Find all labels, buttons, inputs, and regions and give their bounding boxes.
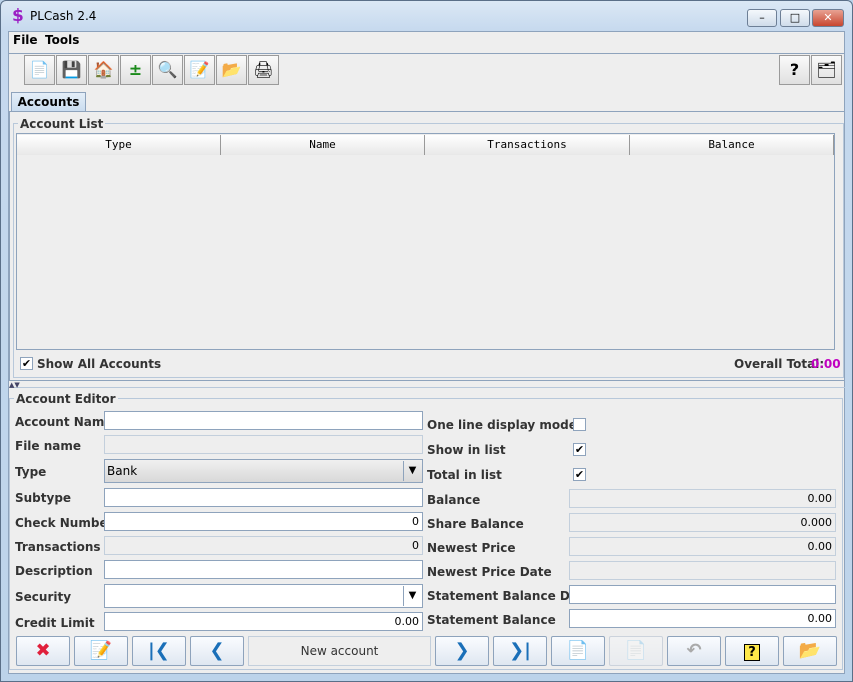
exit-button[interactable]: 📂 — [783, 636, 837, 666]
last-button[interactable]: ❯| — [493, 636, 547, 666]
file-name-label: File name — [15, 439, 82, 453]
menu-file[interactable]: File — [13, 33, 38, 47]
total-in-list-checkbox[interactable]: ✔ — [573, 468, 586, 481]
menu-tools[interactable]: Tools — [45, 33, 79, 47]
plus-minus-icon[interactable]: ± — [120, 55, 151, 85]
check-number-label: Check Number — [15, 516, 114, 530]
credit-limit-label: Credit Limit — [15, 616, 95, 630]
import-button[interactable]: 📄 — [609, 636, 663, 666]
chevron-down-icon[interactable]: ▼ — [403, 586, 421, 606]
maximize-button[interactable]: □ — [780, 9, 810, 27]
account-name-label: Account Name — [15, 415, 113, 429]
open-icon[interactable]: 📂 — [216, 55, 247, 85]
subtype-input[interactable] — [104, 488, 423, 507]
chevron-down-icon[interactable]: ▼ — [403, 461, 421, 481]
newest-price-date-value — [569, 561, 836, 580]
description-input[interactable] — [104, 560, 423, 579]
home-icon[interactable]: 🏠 — [88, 55, 119, 85]
new-icon[interactable]: 📄 — [24, 55, 55, 85]
column-transactions[interactable]: Transactions — [425, 135, 630, 155]
column-balance[interactable]: Balance — [630, 135, 834, 155]
print-icon[interactable]: 🖨 — [248, 55, 279, 85]
newest-price-value: 0.00 — [569, 537, 836, 556]
balance-label: Balance — [427, 493, 481, 507]
tab-accounts[interactable]: Accounts — [11, 92, 86, 112]
balance-value: 0.00 — [569, 489, 836, 508]
security-select[interactable] — [104, 584, 423, 608]
share-balance-label: Share Balance — [427, 517, 524, 531]
show-all-checkbox[interactable]: ✔ — [20, 357, 33, 370]
edit-button[interactable]: 📝 — [74, 636, 128, 666]
check-number-input[interactable]: 0 — [104, 512, 423, 531]
delete-button[interactable]: ✖ — [16, 636, 70, 666]
next-button[interactable]: ❯ — [435, 636, 489, 666]
dollar-icon: $ — [12, 6, 24, 26]
window-title: PLCash 2.4 — [30, 9, 97, 23]
one-line-label: One line display mode — [427, 418, 577, 432]
statement-balance-date-label: Statement Balance Date — [427, 589, 592, 603]
column-name[interactable]: Name — [221, 135, 425, 155]
show-in-list-checkbox[interactable]: ✔ — [573, 443, 586, 456]
statement-balance-input[interactable]: 0.00 — [569, 609, 836, 628]
help-icon[interactable]: ? — [779, 55, 810, 85]
save-icon[interactable]: 💾 — [56, 55, 87, 85]
edit-icon[interactable]: 📝 — [184, 55, 215, 85]
description-label: Description — [15, 564, 93, 578]
search-icon[interactable]: 🔍 — [152, 55, 183, 85]
share-balance-value: 0.000 — [569, 513, 836, 532]
newest-price-label: Newest Price — [427, 541, 516, 555]
account-editor-title: Account Editor — [14, 392, 118, 406]
total-in-list-label: Total in list — [427, 468, 502, 482]
type-select[interactable]: Bank — [104, 459, 423, 483]
account-table[interactable] — [16, 133, 835, 350]
minimize-button[interactable]: – — [747, 9, 777, 27]
column-type[interactable]: Type — [17, 135, 221, 155]
account-list-title: Account List — [18, 117, 106, 131]
account-name-input[interactable] — [104, 411, 423, 430]
type-value: Bank — [107, 464, 138, 478]
security-label: Security — [15, 590, 72, 604]
subtype-label: Subtype — [15, 491, 72, 505]
show-all-label: Show All Accounts — [37, 357, 162, 371]
statement-balance-date-input[interactable] — [569, 585, 836, 604]
status-text: New account — [248, 636, 431, 666]
type-label: Type — [15, 465, 47, 479]
help-button[interactable]: ? — [725, 636, 779, 666]
transactions-value: 0 — [104, 536, 423, 555]
show-in-list-label: Show in list — [427, 443, 506, 457]
new-account-button[interactable]: 📄 — [551, 636, 605, 666]
previous-button[interactable]: ❮ — [190, 636, 244, 666]
close-button[interactable]: ✕ — [812, 9, 844, 27]
overall-total-value: 0.00 — [811, 357, 841, 371]
undo-button[interactable]: ↶ — [667, 636, 721, 666]
first-button[interactable]: |❮ — [132, 636, 186, 666]
statement-balance-label: Statement Balance — [427, 613, 556, 627]
splitter[interactable]: ▲▼ — [9, 382, 845, 389]
transactions-label: Transactions — [15, 540, 101, 554]
one-line-checkbox[interactable] — [573, 418, 586, 431]
newest-price-date-label: Newest Price Date — [427, 565, 552, 579]
file-name-input — [104, 435, 423, 454]
settings-icon[interactable]: 🗂 — [811, 55, 842, 85]
credit-limit-input[interactable]: 0.00 — [104, 612, 423, 631]
